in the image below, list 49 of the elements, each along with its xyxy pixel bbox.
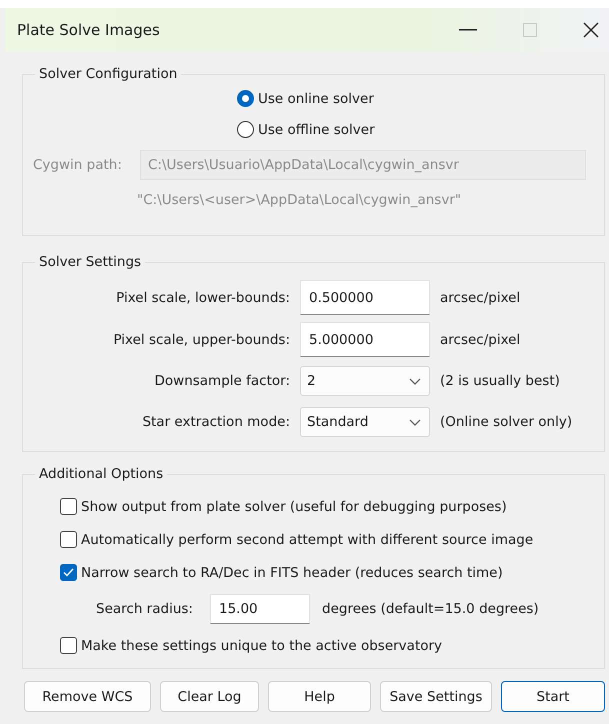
path-hint: "C:\Users\<user>\AppData\Local\cygwin_ansvr"	[137, 192, 462, 208]
unit-label: degrees (default=15.0 degrees)	[322, 601, 539, 617]
action-button[interactable]: Help	[268, 681, 371, 712]
radio-option[interactable]: Use offline solver	[237, 121, 594, 138]
action-button[interactable]: Start	[501, 681, 605, 712]
checkbox-label: Show output from plate solver (useful for debugging purposes)	[81, 498, 507, 514]
action-button[interactable]: Clear Log	[160, 681, 259, 712]
action-button[interactable]: Remove WCS	[24, 681, 151, 712]
field-label: Search radius:	[96, 601, 194, 617]
group-title: Solver Settings	[38, 254, 142, 270]
group-title: Solver Configuration	[38, 66, 178, 82]
minimize-icon[interactable]	[459, 29, 477, 31]
setting-label: Pixel scale, upper-bounds:	[112, 332, 290, 348]
unit-label: arcsec/pixel	[440, 332, 522, 348]
unit-label: arcsec/pixel	[440, 290, 522, 306]
checkbox[interactable]	[60, 564, 77, 581]
check-icon	[63, 568, 74, 577]
radio-button[interactable]	[237, 121, 254, 138]
radio-label: Use online solver	[258, 90, 374, 106]
dropdown[interactable]: Standard	[300, 407, 430, 437]
setting-label: Pixel scale, lower-bounds:	[115, 290, 290, 306]
checkbox-label: Automatically perform second attempt with different source image	[81, 532, 534, 548]
chevron-down-icon	[409, 378, 421, 384]
checkbox-option[interactable]: Narrow search to RA/Dec in FITS header (reduces search time)	[60, 556, 594, 589]
group-title: Additional Options	[38, 466, 164, 482]
window-title: Plate Solve Images	[17, 21, 160, 39]
chevron-down-icon	[409, 418, 421, 426]
checkbox-option[interactable]: Make these settings unique to the active observatory	[60, 629, 594, 662]
input-field[interactable]: 0.500000	[300, 280, 430, 315]
close-icon[interactable]	[583, 22, 599, 38]
unit-label: (Online solver only)	[440, 414, 574, 430]
checkbox[interactable]	[60, 637, 77, 654]
field-label: Cygwin path:	[33, 157, 123, 173]
checkbox[interactable]	[60, 498, 77, 515]
unit-label: (2 is usually best)	[440, 373, 561, 389]
checkbox-option[interactable]: Show output from plate solver (useful for debugging purposes)	[60, 490, 594, 523]
checkbox[interactable]	[60, 531, 77, 548]
input-field[interactable]: 5.000000	[300, 322, 430, 357]
input-field[interactable]: 15.00	[210, 594, 310, 624]
checkbox-label: Narrow search to RA/Dec in FITS header (reduces search time)	[81, 564, 503, 580]
radio-option[interactable]: Use online solver	[237, 90, 594, 107]
checkbox-label: Make these settings unique to the active observatory	[81, 638, 442, 654]
radio-button[interactable]	[237, 90, 254, 107]
setting-label: Star extraction mode:	[141, 414, 290, 430]
dropdown[interactable]: 2	[300, 366, 430, 396]
setting-label: Downsample factor:	[154, 373, 290, 389]
action-button[interactable]: Save Settings	[380, 681, 492, 712]
checkbox-option[interactable]: Automatically perform second attempt with different source image	[60, 523, 594, 556]
radio-label: Use offline solver	[258, 122, 375, 138]
